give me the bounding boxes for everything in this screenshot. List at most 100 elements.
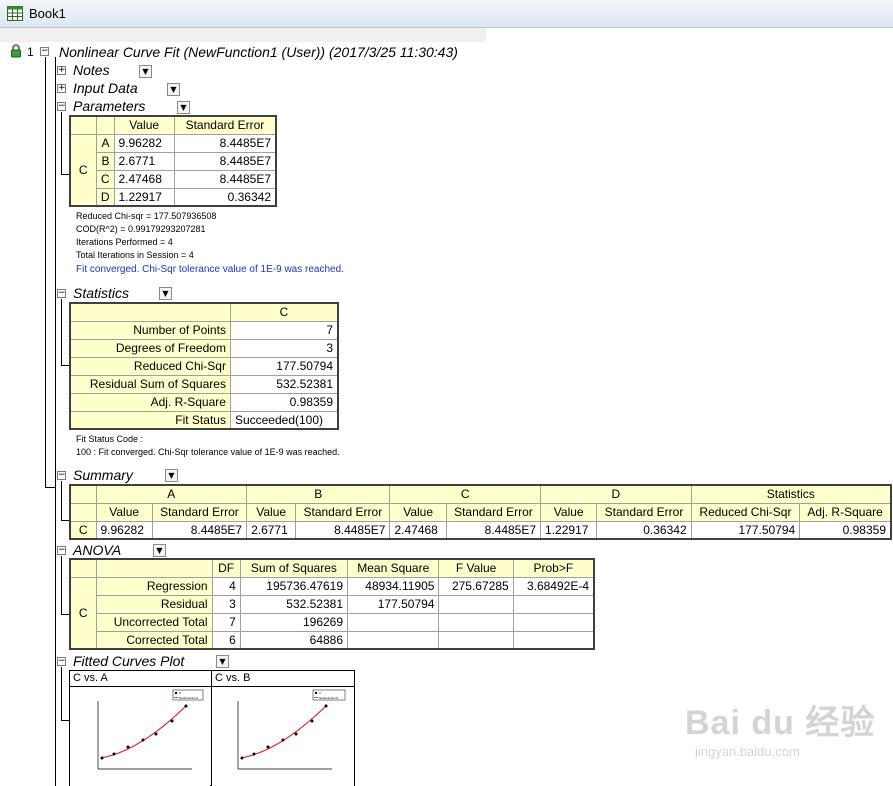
anova-cell[interactable]: 7 <box>211 612 241 632</box>
anova-cell[interactable] <box>347 612 440 632</box>
group-header: Statistics <box>690 484 892 504</box>
param-value[interactable]: 2.47468 <box>113 169 175 189</box>
section-anova[interactable]: ANOVA <box>73 542 121 558</box>
corner-cell <box>69 502 97 522</box>
chevron-down-icon[interactable]: ▼ <box>216 655 229 668</box>
section-summary[interactable]: Summary <box>73 467 133 483</box>
column-header: Standard Error <box>596 502 692 522</box>
anova-table: DF Sum of Squares Mean Square F Value Pr… <box>69 558 595 650</box>
tree-line-stats <box>61 299 62 365</box>
chevron-down-icon[interactable]: ▼ <box>139 65 152 78</box>
group-header: B <box>246 484 391 504</box>
anova-cell[interactable]: 195736.47619 <box>239 576 349 596</box>
lock-icon[interactable] <box>9 44 23 58</box>
anova-cell[interactable]: 48934.11905 <box>347 576 440 596</box>
summary-cell[interactable]: 8.4485E7 <box>295 520 391 540</box>
statistics-table: C Number of Points 7 Degrees of Freedom … <box>69 302 339 430</box>
chevron-down-icon[interactable]: ▼ <box>167 83 180 96</box>
summary-cell[interactable]: 177.50794 <box>690 520 801 540</box>
stat-label: Number of Points <box>69 320 231 340</box>
param-name: A <box>95 133 115 153</box>
summary-cell[interactable]: 9.96282 <box>95 520 153 540</box>
summary-cell[interactable]: 0.98359 <box>799 520 892 540</box>
chevron-down-icon[interactable]: ▼ <box>159 287 172 300</box>
stat-value[interactable]: 532.52381 <box>229 374 339 394</box>
anova-cell[interactable]: 6 <box>211 630 241 650</box>
collapse-icon[interactable]: − <box>57 546 66 555</box>
anova-cell[interactable]: 64886 <box>239 630 349 650</box>
column-header: Mean Square <box>347 558 440 578</box>
summary-cell[interactable]: 0.36342 <box>596 520 692 540</box>
corner-cell <box>69 484 97 504</box>
anova-label: Uncorrected Total <box>95 612 213 632</box>
summary-cell[interactable]: 2.6771 <box>246 520 297 540</box>
stat-value[interactable]: 177.50794 <box>229 356 339 376</box>
corner-cell <box>69 302 231 322</box>
anova-cell[interactable]: 532.52381 <box>239 594 349 614</box>
anova-cell[interactable]: 4 <box>211 576 241 596</box>
section-input-data[interactable]: Input Data <box>73 80 138 96</box>
legend-label: NewFunction1 <box>179 696 199 700</box>
watermark-brand: Bai du 经验 <box>685 704 876 742</box>
section-parameters[interactable]: Parameters <box>73 98 145 114</box>
column-header: Reduced Chi-Sqr <box>690 502 801 522</box>
param-value[interactable]: 1.22917 <box>113 187 175 207</box>
anova-cell[interactable] <box>512 630 595 650</box>
tree-line-plots <box>61 667 62 720</box>
section-statistics[interactable]: Statistics <box>73 285 129 301</box>
param-value[interactable]: 2.6771 <box>113 151 175 171</box>
expand-icon[interactable]: + <box>57 66 66 75</box>
param-se[interactable]: 0.36342 <box>173 187 277 207</box>
param-se[interactable]: 8.4485E7 <box>173 151 277 171</box>
section-notes[interactable]: Notes <box>73 62 110 78</box>
collapse-icon[interactable]: − <box>57 657 66 666</box>
stat-value[interactable]: 3 <box>229 338 339 358</box>
tree-line-sections <box>55 57 56 786</box>
anova-cell[interactable]: 177.50794 <box>347 594 440 614</box>
anova-cell[interactable] <box>438 594 514 614</box>
anova-cell[interactable]: 196269 <box>239 612 349 632</box>
anova-cell[interactable] <box>347 630 440 650</box>
plot-title: C vs. B <box>215 672 251 684</box>
column-header: Sum of Squares <box>239 558 349 578</box>
chevron-down-icon[interactable]: ▼ <box>165 469 178 482</box>
summary-cell[interactable]: 1.22917 <box>540 520 598 540</box>
collapse-icon[interactable]: − <box>57 471 66 480</box>
workbook-icon <box>7 6 23 21</box>
plot-c-vs-a[interactable]: C NewFunction1 <box>70 687 210 786</box>
expand-icon[interactable]: + <box>57 84 66 93</box>
anova-cell[interactable] <box>438 612 514 632</box>
summary-cell[interactable]: 2.47468 <box>389 520 447 540</box>
chevron-down-icon[interactable]: ▼ <box>177 101 190 114</box>
anova-cell[interactable] <box>438 630 514 650</box>
anova-cell[interactable] <box>512 594 595 614</box>
anova-cell[interactable]: 3 <box>211 594 241 614</box>
anova-cell[interactable]: 3.68492E-4 <box>512 576 595 596</box>
column-header: Standard Error <box>151 502 248 522</box>
column-header: Value <box>540 502 598 522</box>
stat-value[interactable]: 7 <box>229 320 339 340</box>
collapse-icon[interactable]: − <box>57 102 66 111</box>
summary-cell[interactable]: 8.4485E7 <box>151 520 248 540</box>
stat-value[interactable]: 0.98359 <box>229 392 339 412</box>
note-line: COD(R^2) = 0.99179293207281 <box>76 224 206 234</box>
collapse-icon[interactable]: − <box>40 47 49 56</box>
param-se[interactable]: 8.4485E7 <box>173 169 277 189</box>
stat-value[interactable]: Succeeded(100) <box>229 410 339 430</box>
anova-cell[interactable] <box>512 612 595 632</box>
fit-notes: Reduced Chi-sqr = 177.507936508 COD(R^2)… <box>76 210 216 262</box>
collapse-icon[interactable]: − <box>57 289 66 298</box>
stat-label: Reduced Chi-Sqr <box>69 356 231 376</box>
chevron-down-icon[interactable]: ▼ <box>153 544 166 557</box>
anova-label: Residual <box>95 594 213 614</box>
corner-cell <box>95 115 115 135</box>
column-header: Value <box>389 502 447 522</box>
param-se[interactable]: 8.4485E7 <box>173 133 277 153</box>
summary-cell[interactable]: 8.4485E7 <box>445 520 542 540</box>
param-value[interactable]: 9.96282 <box>113 133 175 153</box>
section-fitted-curves[interactable]: Fitted Curves Plot <box>73 653 184 669</box>
anova-cell[interactable]: 275.67285 <box>438 576 514 596</box>
plot-c-vs-b[interactable]: C NewFunction1 <box>212 687 354 786</box>
note-line: Fit Status Code : <box>76 434 144 444</box>
column-header: Prob>F <box>512 558 595 578</box>
